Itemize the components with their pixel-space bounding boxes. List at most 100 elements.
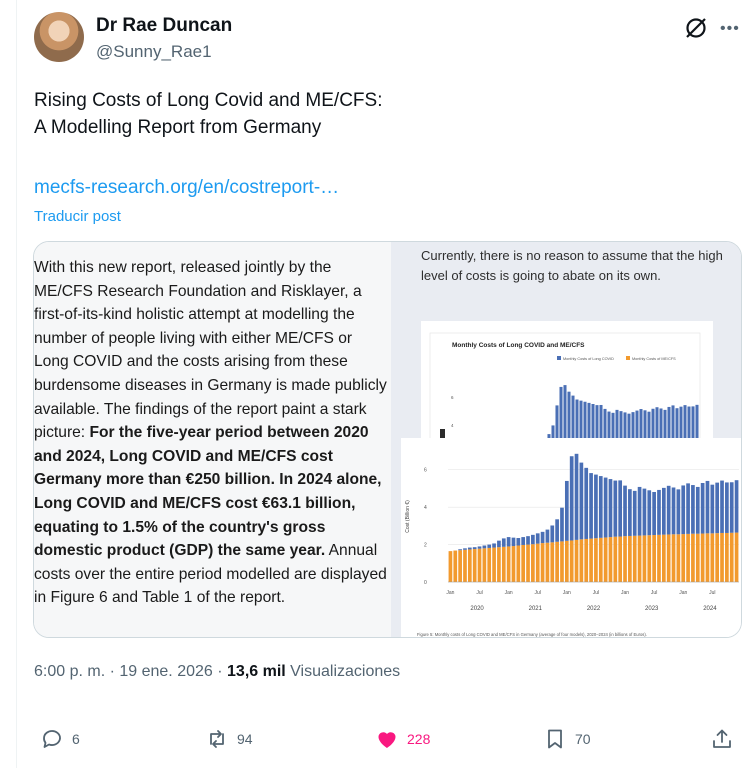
- chart-zoomed-svg: 0 2 4 6 Cost (Billion €) Jan Jul Jan Jul Jan Jul Ja…: [401, 453, 741, 637]
- bar-long-covid: [540, 531, 545, 544]
- views-count: 13,6 mil: [227, 663, 286, 680]
- bar-mecfs: [569, 540, 574, 582]
- repost-icon: [210, 730, 224, 748]
- bar-long-covid: [619, 411, 623, 439]
- bar-long-covid: [567, 391, 571, 439]
- bar-mecfs: [652, 535, 656, 582]
- bar-long-covid: [591, 404, 595, 439]
- bar-long-covid: [563, 385, 567, 439]
- bar-mecfs: [623, 536, 627, 582]
- more-icon[interactable]: •••: [720, 21, 740, 37]
- bar-mecfs: [501, 546, 506, 582]
- bar-mecfs: [691, 533, 695, 582]
- bar-long-covid: [598, 476, 603, 538]
- bar-mecfs: [584, 538, 589, 582]
- bar-long-covid: [555, 405, 559, 439]
- y-axis-label: Cost (Billion €): [405, 500, 411, 533]
- timeline-border: [16, 0, 17, 768]
- post-timestamp[interactable]: 6:00 p. m. · 19 ene. 2026 ·: [34, 663, 227, 680]
- like-count: 228: [407, 731, 431, 747]
- avatar[interactable]: [34, 12, 84, 62]
- bar-mecfs: [560, 541, 564, 582]
- year-label: 2020: [470, 606, 484, 612]
- bar-long-covid: [681, 485, 686, 535]
- bar-mecfs: [676, 534, 681, 582]
- bar-long-covid: [657, 489, 661, 535]
- bar-mecfs: [729, 532, 734, 582]
- repost-button[interactable]: 94: [205, 726, 253, 752]
- bar-mecfs: [700, 533, 705, 582]
- author-handle[interactable]: @Sunny_Rae1: [96, 42, 212, 62]
- bar-mecfs: [608, 537, 613, 582]
- bar-mecfs: [531, 544, 535, 582]
- y-tick-label: 0: [424, 580, 427, 586]
- bar-long-covid: [632, 490, 637, 536]
- bar-mecfs: [535, 543, 540, 582]
- bar-long-covid: [652, 491, 656, 536]
- bar-long-covid: [647, 490, 652, 536]
- grok-icon[interactable]: [684, 16, 708, 40]
- bar-long-covid: [683, 405, 687, 439]
- author-name[interactable]: Dr Rae Duncan: [96, 15, 232, 37]
- bar-long-covid: [506, 537, 511, 547]
- share-button[interactable]: [710, 726, 734, 752]
- y-tick-label: 4: [451, 423, 454, 428]
- bar-mecfs: [564, 540, 569, 582]
- bar-long-covid: [487, 544, 492, 548]
- like-button[interactable]: 228: [375, 726, 430, 752]
- bar-long-covid: [589, 473, 593, 539]
- bar-long-covid: [579, 400, 583, 439]
- y-tick-label: 4: [424, 505, 427, 511]
- bar-long-covid: [613, 480, 618, 537]
- bar-long-covid: [516, 538, 521, 546]
- bar-long-covid: [571, 395, 575, 439]
- bar-long-covid: [671, 487, 676, 535]
- bar-long-covid: [564, 480, 569, 541]
- bar-mecfs: [734, 532, 739, 582]
- bar-long-covid: [734, 480, 739, 533]
- reply-count: 6: [72, 731, 80, 747]
- post-image[interactable]: With this new report, released jointly b…: [33, 241, 742, 638]
- x-tick-label: Jan: [446, 590, 454, 596]
- bar-long-covid: [647, 411, 651, 439]
- bookmark-button[interactable]: 70: [543, 726, 591, 752]
- bar-mecfs: [516, 545, 521, 582]
- bar-mecfs: [463, 549, 467, 582]
- bar-mecfs: [642, 535, 647, 582]
- bar-mecfs: [598, 537, 603, 582]
- bar-long-covid: [643, 410, 647, 439]
- bar-long-covid: [695, 404, 699, 439]
- bar-mecfs: [720, 532, 724, 582]
- repost-count: 94: [237, 731, 253, 747]
- bar-mecfs: [594, 538, 598, 582]
- bar-long-covid: [492, 543, 496, 548]
- x-tick-label: Jul: [593, 590, 599, 596]
- x-tick-label: Jul: [476, 590, 482, 596]
- reply-button[interactable]: 6: [40, 726, 80, 752]
- bar-long-covid: [695, 486, 700, 534]
- bar-long-covid: [642, 488, 647, 536]
- bar-mecfs: [705, 533, 710, 582]
- report-figure-text: Currently, there is no reason to assume …: [421, 248, 723, 283]
- bar-mecfs: [695, 533, 700, 582]
- bar-long-covid: [710, 484, 715, 534]
- bar-long-covid: [635, 410, 639, 439]
- x-tick-label: Jul: [709, 590, 715, 596]
- bar-long-covid: [463, 548, 467, 550]
- bar-long-covid: [659, 408, 663, 439]
- bar-mecfs: [686, 533, 690, 582]
- post-link[interactable]: mecfs-research.org/en/costreport-…: [34, 177, 339, 199]
- action-bar: 6 94 228 70: [0, 722, 750, 756]
- bar-long-covid: [611, 412, 615, 439]
- x-tick-label: Jan: [679, 590, 687, 596]
- x-tick-label: Jan: [505, 590, 513, 596]
- x-tick-label: Jan: [563, 590, 571, 596]
- report-excerpt-text: With this new report, released jointly b…: [34, 256, 390, 610]
- translate-button[interactable]: Traducir post: [34, 208, 121, 225]
- excerpt-bold: For the five-year period between 2020 an…: [34, 424, 382, 560]
- bar-long-covid: [545, 529, 550, 543]
- bar-long-covid: [535, 533, 540, 544]
- bar-long-covid: [501, 538, 506, 547]
- bar-long-covid: [615, 409, 619, 439]
- legend-label: Monthly Costs of ME/CFS: [632, 357, 676, 361]
